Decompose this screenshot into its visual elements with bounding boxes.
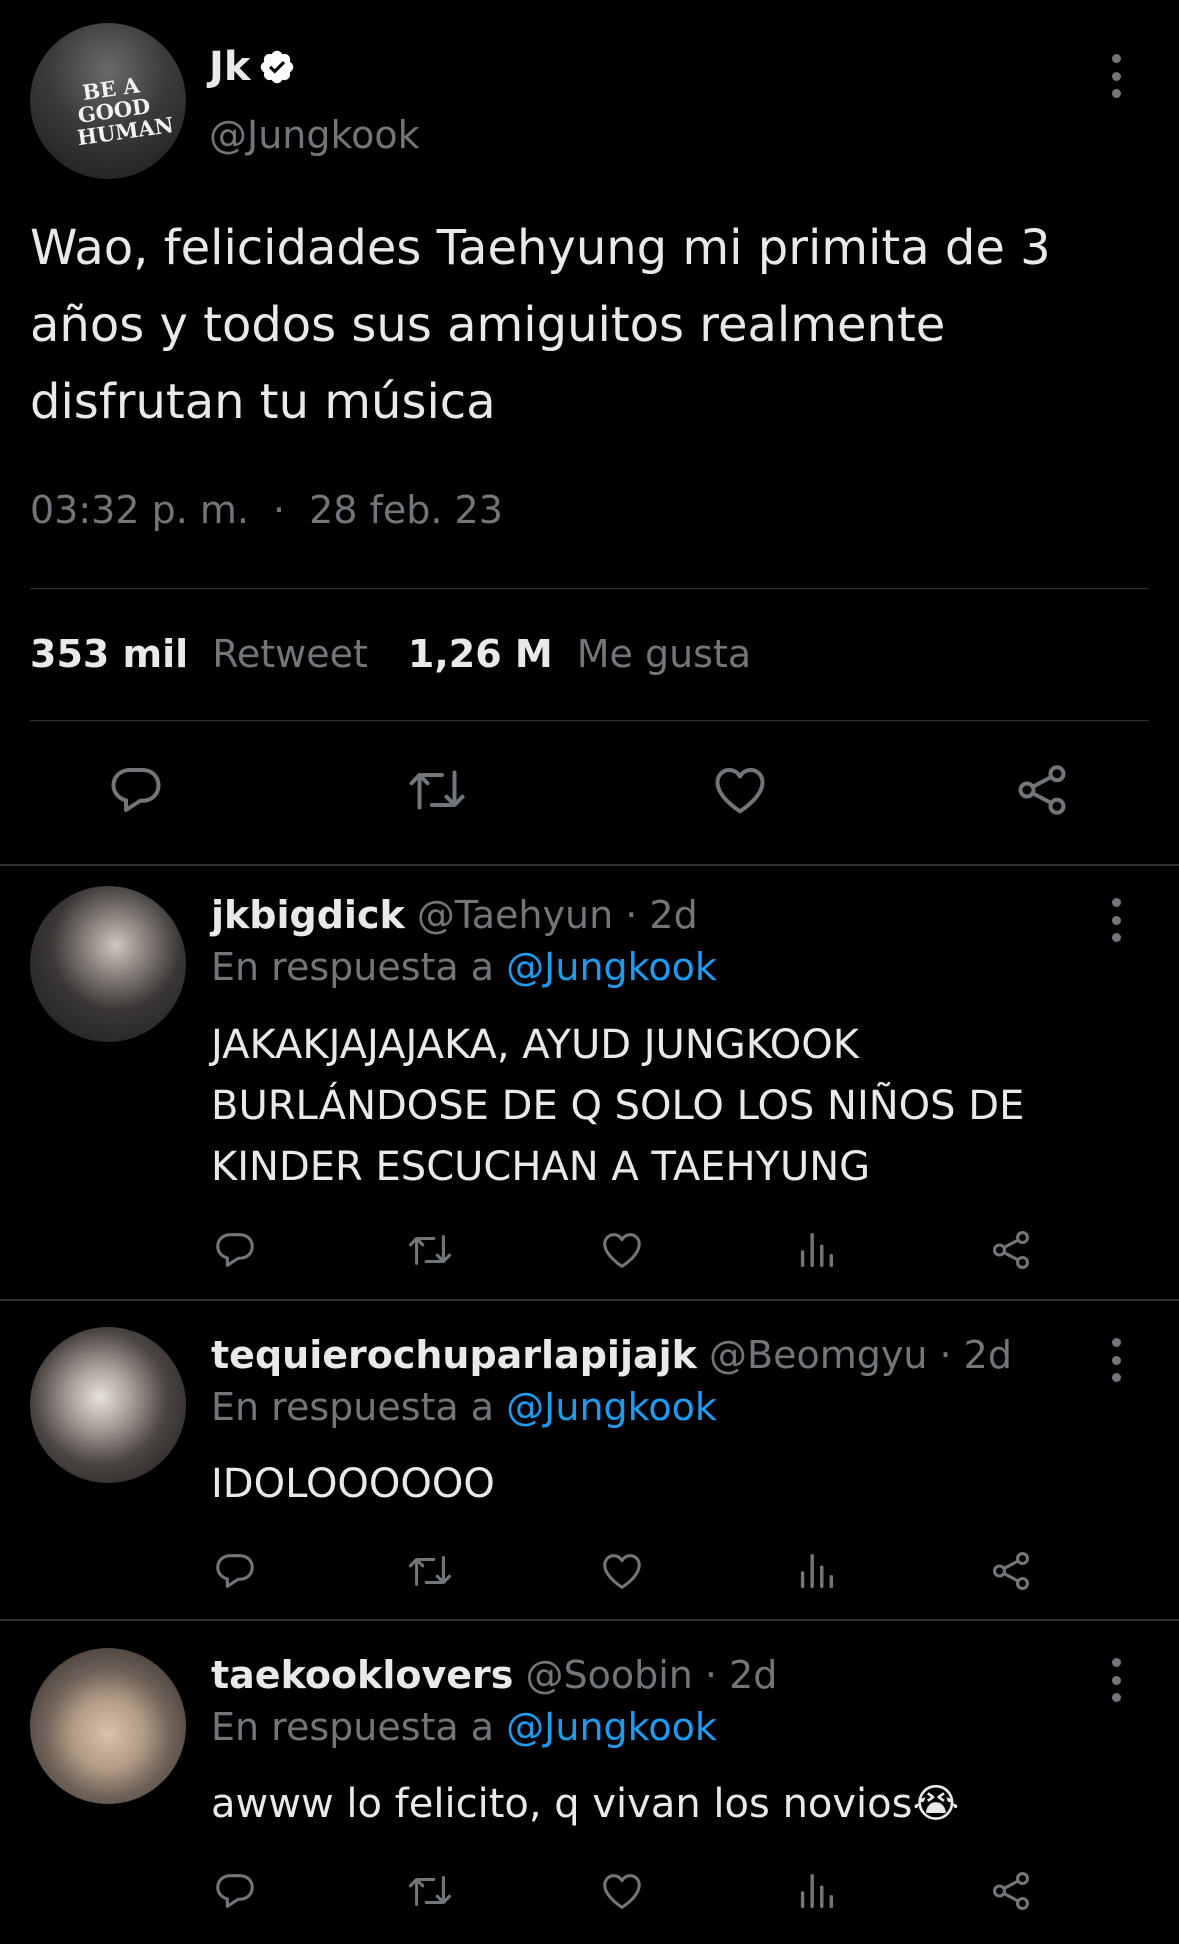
author-handle[interactable]: @Jungkook xyxy=(209,113,420,157)
retweet-icon[interactable] xyxy=(407,1868,453,1914)
reply-avatar[interactable] xyxy=(30,1648,186,1804)
divider xyxy=(30,588,1149,589)
avatar-shirt-print: BE A GOOD HUMAN xyxy=(75,72,176,151)
reply-author-handle[interactable]: @Soobin · 2d xyxy=(525,1653,777,1697)
author-avatar[interactable]: BE A GOOD HUMAN xyxy=(30,23,186,179)
reply-author-handle[interactable]: @Taehyun · 2d xyxy=(417,893,698,937)
reply-context-mention[interactable]: @Jungkook xyxy=(506,1385,717,1429)
reply-item[interactable]: tequierochuparlapijajk @Beomgyu · 2d En … xyxy=(0,1301,1179,1621)
share-icon[interactable] xyxy=(1012,760,1072,820)
retweet-label[interactable]: Retweet xyxy=(212,632,368,676)
like-label[interactable]: Me gusta xyxy=(577,632,751,676)
reply-header[interactable]: jkbigdick @Taehyun · 2d xyxy=(211,893,698,937)
more-options-icon[interactable] xyxy=(1106,54,1126,98)
reply-header[interactable]: tequierochuparlapijajk @Beomgyu · 2d xyxy=(211,1333,1012,1377)
reply-item[interactable]: jkbigdick @Taehyun · 2d En respuesta a @… xyxy=(0,866,1179,1300)
verified-badge-icon xyxy=(261,50,294,84)
reply-context-label: En respuesta a xyxy=(211,1705,495,1749)
reply-author-name[interactable]: taekooklovers xyxy=(211,1653,513,1697)
reply-context: En respuesta a @Jungkook xyxy=(211,945,717,989)
reply-text: IDOLOOOOOO xyxy=(211,1461,495,1507)
meta-separator: · xyxy=(272,488,286,532)
tweet-date: 28 feb. 23 xyxy=(309,488,503,532)
share-icon[interactable] xyxy=(988,1868,1034,1914)
reply-author-name[interactable]: tequierochuparlapijajk xyxy=(211,1333,697,1377)
reply-text: awww lo felicito, q vivan los novios😭 xyxy=(211,1781,960,1827)
like-count[interactable]: 1,26 M xyxy=(408,632,553,676)
main-tweet: BE A GOOD HUMAN Jk @Jungkook Wao, felici… xyxy=(0,0,1179,866)
reply-author-name[interactable]: jkbigdick xyxy=(211,893,405,937)
divider xyxy=(30,720,1149,721)
more-options-icon[interactable] xyxy=(1106,1338,1126,1382)
more-options-icon[interactable] xyxy=(1106,898,1126,942)
reply-context-mention[interactable]: @Jungkook xyxy=(506,1705,717,1749)
reply-text: JAKAKJAJAJAKA, AYUD JUNGKOOK BURLÁNDOSE … xyxy=(211,1022,1025,1190)
like-icon[interactable] xyxy=(710,760,770,820)
reply-context-mention[interactable]: @Jungkook xyxy=(506,945,717,989)
reply-context-label: En respuesta a xyxy=(211,945,495,989)
retweet-icon[interactable] xyxy=(407,1227,453,1273)
share-icon[interactable] xyxy=(988,1548,1034,1594)
analytics-icon[interactable] xyxy=(793,1227,839,1273)
retweet-count[interactable]: 353 mil xyxy=(30,632,188,676)
reply-actions xyxy=(0,1868,1179,1918)
tweet-timestamp: 03:32 p. m. · 28 feb. 23 xyxy=(30,488,503,532)
like-icon[interactable] xyxy=(599,1868,645,1914)
author-name-row[interactable]: Jk xyxy=(209,44,296,90)
reply-context: En respuesta a @Jungkook xyxy=(211,1385,717,1429)
retweet-icon[interactable] xyxy=(407,760,467,820)
author-name[interactable]: Jk xyxy=(209,44,250,90)
like-icon[interactable] xyxy=(599,1548,645,1594)
reply-icon[interactable] xyxy=(212,1227,258,1273)
retweet-icon[interactable] xyxy=(407,1548,453,1594)
more-options-icon[interactable] xyxy=(1106,1658,1126,1702)
reply-header[interactable]: taekooklovers @Soobin · 2d xyxy=(211,1653,777,1697)
reply-actions xyxy=(0,1548,1179,1598)
reply-avatar[interactable] xyxy=(30,886,186,1042)
tweet-stats: 353 mil Retweet 1,26 M Me gusta xyxy=(30,632,751,676)
reply-author-handle[interactable]: @Beomgyu · 2d xyxy=(709,1333,1012,1377)
analytics-icon[interactable] xyxy=(793,1868,839,1914)
reply-context-label: En respuesta a xyxy=(211,1385,495,1429)
share-icon[interactable] xyxy=(988,1227,1034,1273)
reply-icon[interactable] xyxy=(212,1868,258,1914)
reply-context: En respuesta a @Jungkook xyxy=(211,1705,717,1749)
reply-icon[interactable] xyxy=(106,760,166,820)
analytics-icon[interactable] xyxy=(793,1548,839,1594)
reply-item[interactable]: taekooklovers @Soobin · 2d En respuesta … xyxy=(0,1621,1179,1944)
tweet-text: Wao, felicidades Taehyung mi primita de … xyxy=(30,220,1051,430)
tweet-actions xyxy=(0,760,1179,824)
tweet-time: 03:32 p. m. xyxy=(30,488,249,532)
reply-actions xyxy=(0,1227,1179,1277)
like-icon[interactable] xyxy=(599,1227,645,1273)
reply-avatar[interactable] xyxy=(30,1327,186,1483)
reply-icon[interactable] xyxy=(212,1548,258,1594)
